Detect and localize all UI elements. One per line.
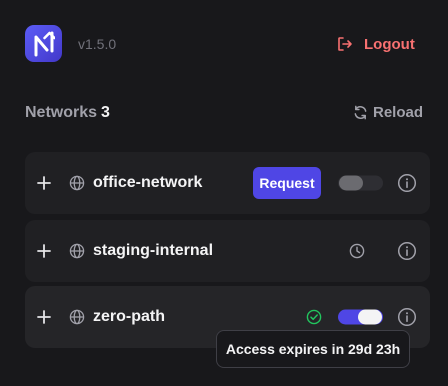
info-icon[interactable] <box>397 307 417 327</box>
toggle-knob <box>358 309 382 325</box>
access-expiry-tooltip: Access expires in 29d 23h <box>216 330 410 368</box>
logout-label: Logout <box>364 35 415 53</box>
app-version: v1.5.0 <box>78 36 117 52</box>
expand-plus-icon[interactable] <box>37 310 51 324</box>
logout-icon <box>338 37 352 51</box>
expand-plus-icon[interactable] <box>37 176 51 190</box>
check-circle-icon <box>306 309 322 325</box>
connection-toggle[interactable] <box>338 309 383 325</box>
logout-button[interactable]: Logout <box>337 33 415 55</box>
globe-icon <box>69 243 85 259</box>
network-row-office-network[interactable]: office-network Request <box>25 152 430 214</box>
network-row-staging-internal[interactable]: staging-internal <box>25 220 430 282</box>
logo-glyph-icon <box>34 31 55 56</box>
network-name: zero-path <box>93 308 165 325</box>
clock-icon[interactable] <box>349 243 365 259</box>
connection-toggle[interactable] <box>338 175 383 191</box>
networks-title: Networks <box>25 104 98 121</box>
expand-plus-icon[interactable] <box>37 244 51 258</box>
toggle-knob <box>339 175 363 191</box>
networks-count: 3 <box>101 104 110 121</box>
info-icon[interactable] <box>397 173 417 193</box>
networks-heading: Networks 3 <box>25 104 110 122</box>
app-window: v1.5.0 Logout Networks 3 Reload office-ne… <box>0 0 448 386</box>
app-logo <box>25 25 62 62</box>
globe-icon <box>69 309 85 325</box>
reload-icon <box>354 105 367 120</box>
globe-icon <box>69 175 85 191</box>
tooltip-text: Access expires in 29d 23h <box>225 341 401 357</box>
reload-button[interactable]: Reload <box>353 104 423 121</box>
network-name: staging-internal <box>93 242 214 259</box>
info-icon[interactable] <box>397 241 417 261</box>
network-name: office-network <box>93 174 203 191</box>
request-access-button[interactable]: Request <box>253 167 321 199</box>
reload-label: Reload <box>373 104 424 121</box>
